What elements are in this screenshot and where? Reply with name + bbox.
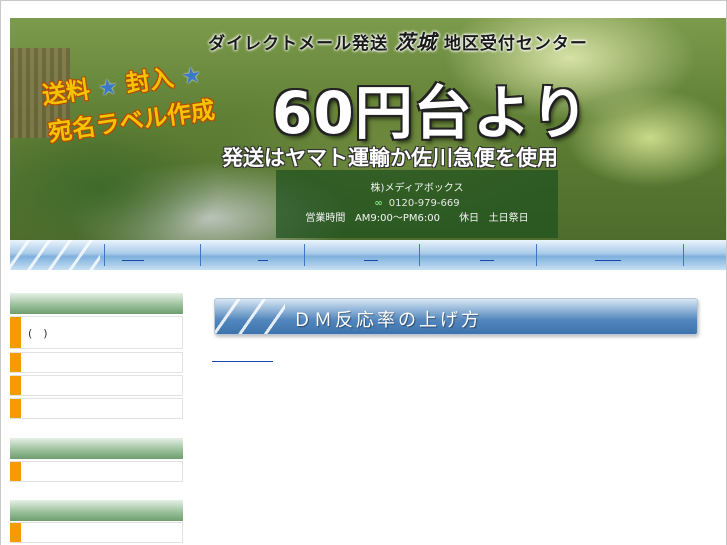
sidebar-item[interactable] xyxy=(10,398,183,419)
nav-separator xyxy=(200,244,201,266)
nav-separator xyxy=(304,244,305,266)
promo-shipping: 送料 xyxy=(40,75,92,110)
nav-link-2[interactable] xyxy=(258,248,268,261)
section-title: ＤＭ反応率の上げ方 xyxy=(293,310,482,331)
sidebar-group-header xyxy=(10,500,183,521)
nav-separator xyxy=(683,244,684,266)
section-title-bar: ＤＭ反応率の上げ方 xyxy=(214,298,698,335)
sidebar-item[interactable] xyxy=(10,461,183,482)
phone-number: 0120-979-669 xyxy=(388,198,460,209)
banner-top-suffix: 地区受付センター xyxy=(443,34,588,54)
nav-link-4[interactable] xyxy=(480,248,494,261)
sidebar-group-header xyxy=(10,438,183,459)
holiday-label: 休日 xyxy=(459,213,480,224)
nav-link-5[interactable] xyxy=(595,248,621,261)
banner-subline: 発送はヤマト運輸か佐川急便を使用 xyxy=(222,146,558,170)
nav-separator xyxy=(536,244,537,266)
sidebar-item[interactable] xyxy=(10,352,183,373)
sidebar-item[interactable] xyxy=(10,522,183,543)
holiday-value: 土日祭日 xyxy=(488,213,529,224)
star-icon: ★ xyxy=(96,74,120,102)
banner-headline: 60円台より xyxy=(272,79,590,147)
hours-value: AM9:00〜PM6:00 xyxy=(354,213,440,224)
header-banner: ダイレクトメール発送 茨城 地区受付センター 送料 ★ 封入 ★ 宛名ラベル作成… xyxy=(10,18,726,240)
title-stripe-decoration xyxy=(215,299,285,334)
banner-top-prefix: ダイレクトメール発送 xyxy=(208,34,389,54)
sidebar-item-label: ( ) xyxy=(28,326,48,340)
nav-link-3[interactable] xyxy=(364,248,378,261)
phone-line: ∞ 0120-979-669 xyxy=(276,196,558,211)
banner-region: 茨城 xyxy=(395,30,437,54)
nav-link-1[interactable] xyxy=(122,248,144,261)
sidebar-item[interactable]: ( ) xyxy=(10,316,183,349)
nav-bar xyxy=(10,240,726,270)
nav-separator xyxy=(104,244,105,266)
content-link[interactable] xyxy=(212,361,273,362)
company-name: 株)メディアボックス xyxy=(370,183,464,194)
banner-top-line: ダイレクトメール発送 茨城 地区受付センター xyxy=(10,26,726,55)
hours-label: 営業時間 xyxy=(305,213,346,224)
sidebar-group-header xyxy=(10,293,183,314)
sidebar-item[interactable] xyxy=(10,375,183,396)
nav-stripe-decoration xyxy=(10,240,100,270)
star-icon: ★ xyxy=(180,62,204,91)
business-hours: 営業時間 AM9:00〜PM6:00 休日 土日祭日 xyxy=(276,211,558,226)
free-dial-icon: ∞ xyxy=(374,198,383,209)
promo-enclosing: 封入 xyxy=(124,63,176,99)
banner-contact-box: 株)メディアボックス ∞ 0120-979-669 営業時間 AM9:00〜PM6… xyxy=(276,170,558,238)
nav-separator xyxy=(419,244,420,266)
